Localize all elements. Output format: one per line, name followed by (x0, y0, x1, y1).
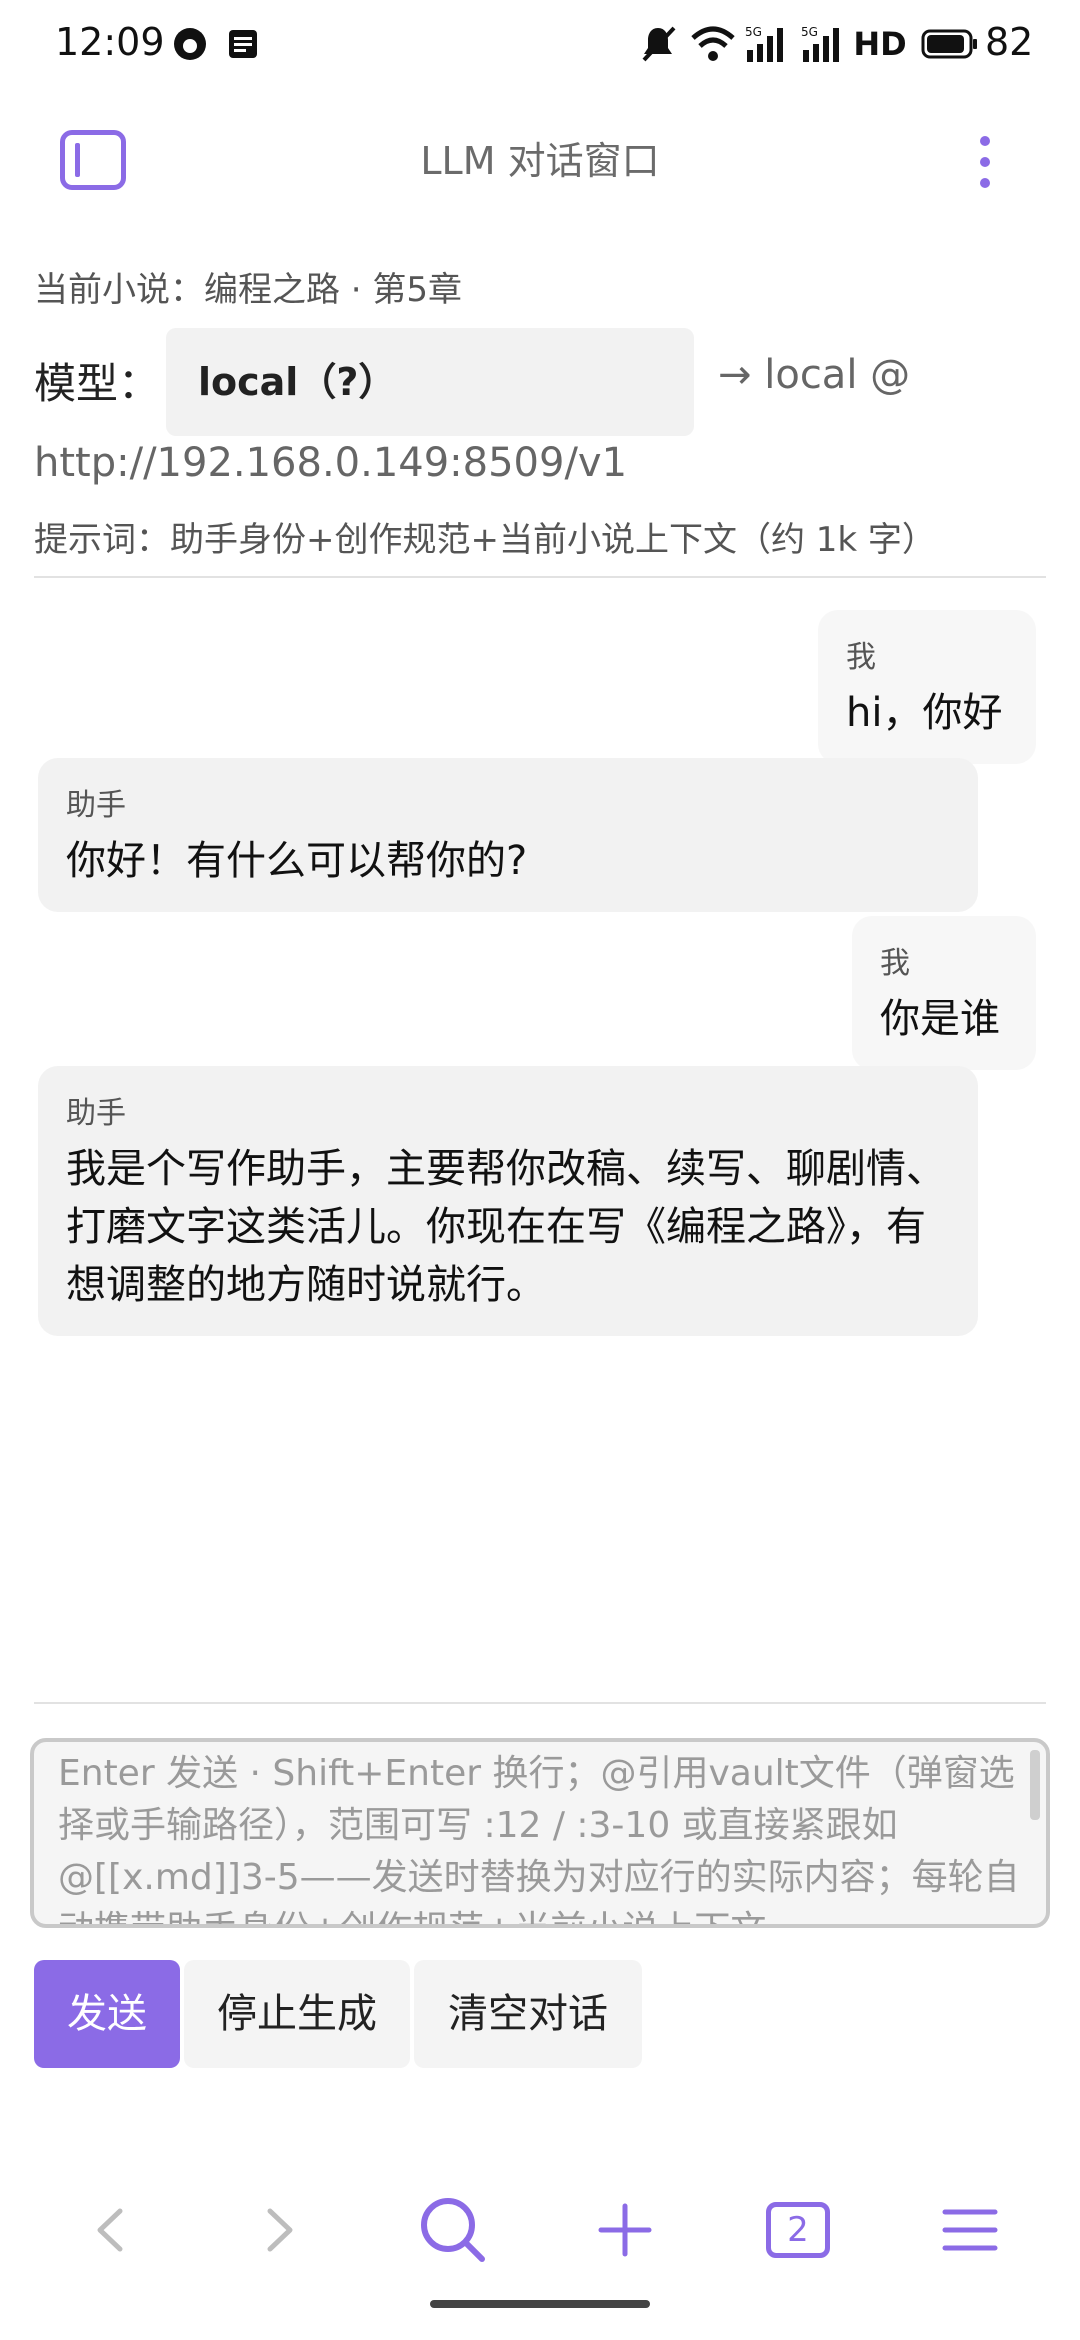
message-text: 你好！有什么可以帮你的? (66, 838, 528, 884)
search-icon[interactable] (408, 2190, 498, 2270)
message-input[interactable] (34, 1742, 1046, 1924)
hd-voice-icon: HD (853, 25, 907, 63)
signal-5g-icon-2: 5G (798, 24, 844, 64)
divider (34, 576, 1046, 578)
more-options-icon[interactable] (975, 132, 995, 192)
divider (34, 1702, 1046, 1704)
prompt-info: 提示词：助手身份+创作规范+当前小说上下文（约 1k 字） (34, 520, 936, 560)
signal-5g-icon-1: 5G (742, 24, 788, 64)
clear-chat-button[interactable]: 清空对话 (414, 1960, 642, 2068)
add-icon[interactable] (585, 2190, 665, 2270)
svg-text:5G: 5G (745, 25, 762, 39)
forward-icon[interactable] (240, 2190, 320, 2270)
wifi-icon (690, 24, 736, 64)
message-role: 我 (880, 946, 910, 981)
back-icon[interactable] (70, 2190, 150, 2270)
user-message: 我 hi，你好 (818, 610, 1036, 764)
tab-count: 2 (766, 2202, 830, 2258)
message-text: 你是谁 (880, 996, 1000, 1042)
message-role: 助手 (66, 1096, 126, 1131)
model-endpoint-text: → local @ (718, 352, 911, 398)
assistant-message: 助手 我是个写作助手，主要帮你改稿、续写、聊剧情、打磨文字这类活儿。你现在在写《… (38, 1066, 978, 1336)
message-text: hi，你好 (846, 690, 1003, 736)
assistant-message: 助手 你好！有什么可以帮你的? (38, 758, 978, 912)
current-novel-text: 当前小说：编程之路 · 第5章 (34, 270, 463, 310)
model-label: 模型： (34, 359, 161, 408)
model-url: http://192.168.0.149:8509/v1 (34, 440, 628, 486)
svg-text:5G: 5G (801, 25, 818, 39)
tabs-icon[interactable]: 2 (758, 2190, 838, 2270)
status-time: 12:09 (55, 20, 165, 64)
message-notification-icon (225, 24, 261, 64)
battery-icon (920, 24, 980, 64)
home-indicator[interactable] (430, 2300, 650, 2308)
message-role: 助手 (66, 788, 126, 823)
message-input-container (30, 1738, 1050, 1928)
input-scrollbar[interactable] (1030, 1750, 1040, 1820)
message-role: 我 (846, 640, 876, 675)
page-title: LLM 对话窗口 (420, 139, 660, 183)
status-bar: 12:09 5G 5G HD 82 (0, 0, 1080, 92)
model-select[interactable]: local（?） (166, 328, 694, 436)
menu-icon[interactable] (930, 2190, 1010, 2270)
message-text: 我是个写作助手，主要帮你改稿、续写、聊剧情、打磨文字这类活儿。你现在在写《编程之… (66, 1146, 946, 1308)
send-button[interactable]: 发送 (34, 1960, 180, 2068)
battery-level: 82 (985, 20, 1034, 64)
app-notification-icon (170, 24, 210, 64)
user-message: 我 你是谁 (852, 916, 1036, 1070)
mute-icon (636, 24, 680, 64)
stop-generation-button[interactable]: 停止生成 (184, 1960, 410, 2068)
